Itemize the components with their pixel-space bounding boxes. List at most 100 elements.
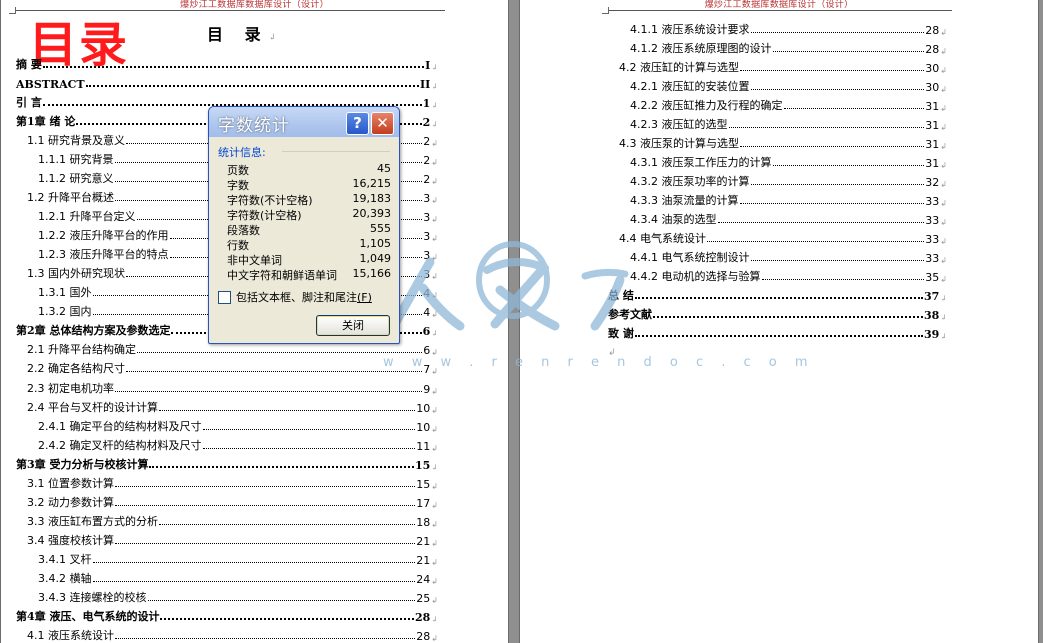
toc-entry-label: 2.2 确定各结构尺寸 <box>27 362 125 376</box>
toc-leader <box>42 66 425 68</box>
paragraph-mark: ↲ <box>431 101 438 111</box>
stat-value: 19,183 <box>352 192 392 205</box>
toc-page-number: 30 <box>925 81 940 95</box>
toc-entry[interactable]: 4.2.1 液压缸的安装位置 30 ↲ <box>630 75 947 94</box>
toc-entry[interactable]: 4.2 液压缸的计算与选型 30 ↲ <box>619 56 947 75</box>
toc-entry-label: 4.3.2 液压泵功率的计算 <box>630 175 750 189</box>
paragraph-mark: ↲ <box>431 500 438 510</box>
toc-entry[interactable]: 3.1 位置参数计算 15 ↲ <box>27 472 438 491</box>
toc-leader <box>160 617 414 620</box>
paragraph-mark: ↲ <box>431 424 438 434</box>
toc-leader <box>634 297 923 300</box>
toc-entry-label: 3.4.1 叉杆 <box>38 552 92 566</box>
toc-leader <box>750 184 925 186</box>
toc-entry[interactable]: 3.2 动力参数计算 17 ↲ <box>27 491 438 510</box>
toc-entry[interactable]: ABSTRACT II ↲ <box>16 72 438 91</box>
toc-entry[interactable]: 4.4 电气系统设计 33 ↲ <box>619 227 947 246</box>
crop-mark <box>602 7 609 14</box>
toc-leader <box>740 146 925 148</box>
toc-entry[interactable]: 3.4.2 横轴 24 ↲ <box>38 567 438 586</box>
toc-entry[interactable]: 2.4.2 确定叉杆的结构材料及尺寸 11 ↲ <box>38 434 438 453</box>
toc-entry-label: 3.1 位置参数计算 <box>27 476 114 490</box>
toc-entry[interactable]: 2.4.1 确定平台的结构材料及尺寸 10 ↲ <box>38 415 438 434</box>
toc-entry[interactable]: 摘 要 I ↲ <box>16 53 438 72</box>
toc-entry[interactable]: 4.3.2 液压泵功率的计算 32 ↲ <box>630 170 947 189</box>
paragraph-mark: ↲ <box>431 63 438 72</box>
toc-entry[interactable]: 致 谢 39 ↲ <box>608 322 947 341</box>
toc-entry[interactable]: 总 结 37 ↲ <box>608 284 947 303</box>
include-textbox-checkbox-label[interactable]: 包括文本框、脚注和尾注(F) <box>236 289 372 305</box>
paragraph-mark: ↲ <box>431 386 438 396</box>
paragraph-mark: ↲ <box>940 123 947 133</box>
toc-entry[interactable]: 第4章 液压、电气系统的设计 28 ↲ <box>16 605 438 624</box>
stat-row: 字符数(不计空格) 19,183 <box>227 192 391 207</box>
toc-page-number: 31 <box>925 138 940 152</box>
toc-entry[interactable]: 第3章 受力分析与校核计算 15 ↲ <box>16 453 438 472</box>
dialog-title-bar[interactable]: 字数统计 ? ✕ <box>209 107 399 137</box>
paragraph-mark: ↲ <box>940 66 947 76</box>
toc-entry-label: 第4章 液压、电气系统的设计 <box>16 609 160 623</box>
toc-entry[interactable]: 2.3 初定电机功率 9 ↲ <box>27 377 438 396</box>
toc-entry[interactable]: 4.2.3 液压缸的选型 31 ↲ <box>630 113 947 132</box>
toc-entry[interactable]: 3.4.1 叉杆 21 ↲ <box>38 548 438 567</box>
toc-page-number: 2 <box>423 135 431 149</box>
toc-page-number: 2 <box>422 116 431 130</box>
toc-page-number: 24 <box>416 572 431 586</box>
toc-entry[interactable]: 4.4.2 电动机的选择与验算 35 ↲ <box>630 265 947 284</box>
toc-page-number: 3 <box>423 230 431 244</box>
toc-page-number: 33 <box>925 233 940 247</box>
page-header: 爆炒江工数据库数据库设计（设计） <box>704 0 854 10</box>
toc-entry[interactable]: 2.2 确定各结构尺寸 7 ↲ <box>27 357 438 376</box>
paragraph-mark: ↲ <box>431 462 438 472</box>
toc-entry[interactable]: 3.3 液压缸布置方式的分析 18 ↲ <box>27 510 438 529</box>
toc-leader <box>728 127 925 129</box>
close-button[interactable]: 关闭 <box>316 315 390 336</box>
toc-entry-label: 总 结 <box>608 289 634 303</box>
toc-entry[interactable]: 4.3.1 液压泵工作压力的计算 31 ↲ <box>630 151 947 170</box>
toc-page-number: 17 <box>416 496 431 510</box>
toc-entry[interactable]: 4.1.2 液压系统原理图的设计 28 ↲ <box>630 37 947 56</box>
toc-entry[interactable]: 2.4 平台与叉杆的设计计算 10 ↲ <box>27 396 438 415</box>
include-textbox-checkbox[interactable] <box>218 290 231 304</box>
toc-entry[interactable]: 3.4 强度校核计算 21 ↲ <box>27 529 438 548</box>
group-divider <box>282 151 390 152</box>
paragraph-mark: ↲ <box>431 538 438 548</box>
toc-entry[interactable]: 4.1.1 液压系统设计要求 28 ↲ <box>630 18 947 37</box>
toc-leader <box>707 241 925 243</box>
stat-label: 页数 <box>227 164 249 177</box>
close-icon[interactable]: ✕ <box>371 112 394 135</box>
paragraph-mark: ↲ <box>940 275 947 285</box>
dialog-title: 字数统计 <box>218 116 290 136</box>
paragraph-mark: ↲ <box>431 633 438 643</box>
toc-page-number: 25 <box>416 591 431 605</box>
toc-leader <box>115 637 416 639</box>
toc-entry[interactable]: 4.4.1 电气系统控制设计 33 ↲ <box>630 246 947 265</box>
toc-leader <box>761 279 925 281</box>
include-textbox-checkbox-row[interactable]: 包括文本框、脚注和尾注(F) <box>218 289 372 305</box>
toc-entry[interactable]: 4.3.3 油泵流量的计算 33 ↲ <box>630 189 947 208</box>
toc-entry-label: 4.2.1 液压缸的安装位置 <box>630 80 750 94</box>
toc-entry[interactable]: 4.3.4 油泵的选型 33 ↲ <box>630 208 947 227</box>
paragraph-mark: ↲ <box>431 234 438 244</box>
toc-entry[interactable]: 4.2.2 液压缸推力及行程的确定 31 ↲ <box>630 94 947 113</box>
paragraph-mark: ↲ <box>431 196 438 206</box>
toc-entry[interactable]: 参考文献 38 ↲ <box>608 303 947 322</box>
help-icon[interactable]: ? <box>346 112 369 135</box>
toc-leader <box>115 504 416 506</box>
paragraph-mark: ↲ <box>940 218 947 228</box>
toc-entry-label: 2.4.1 确定平台的结构材料及尺寸 <box>38 419 202 433</box>
toc-entry-label: 4.2.3 液压缸的选型 <box>630 118 728 132</box>
toc-leader <box>147 599 416 601</box>
paragraph-mark: ↲ <box>431 272 438 282</box>
paragraph-mark: ↲ <box>431 557 438 567</box>
toc-entry-label: 4.1 液压系统设计 <box>27 628 114 642</box>
toc-leader <box>137 352 423 354</box>
stat-label: 字数 <box>227 179 249 192</box>
toc-page-number: 30 <box>925 62 940 76</box>
toc-leader <box>783 108 925 110</box>
paragraph-mark: ↲ <box>940 237 947 247</box>
toc-leader <box>750 260 925 262</box>
toc-entry[interactable]: 4.3 液压泵的计算与选型 31 ↲ <box>619 132 947 151</box>
toc-entry[interactable]: 4.1 液压系统设计 28 ↲ <box>27 624 438 643</box>
toc-entry[interactable]: 3.4.3 连接螺栓的校核 25 ↲ <box>38 586 438 605</box>
